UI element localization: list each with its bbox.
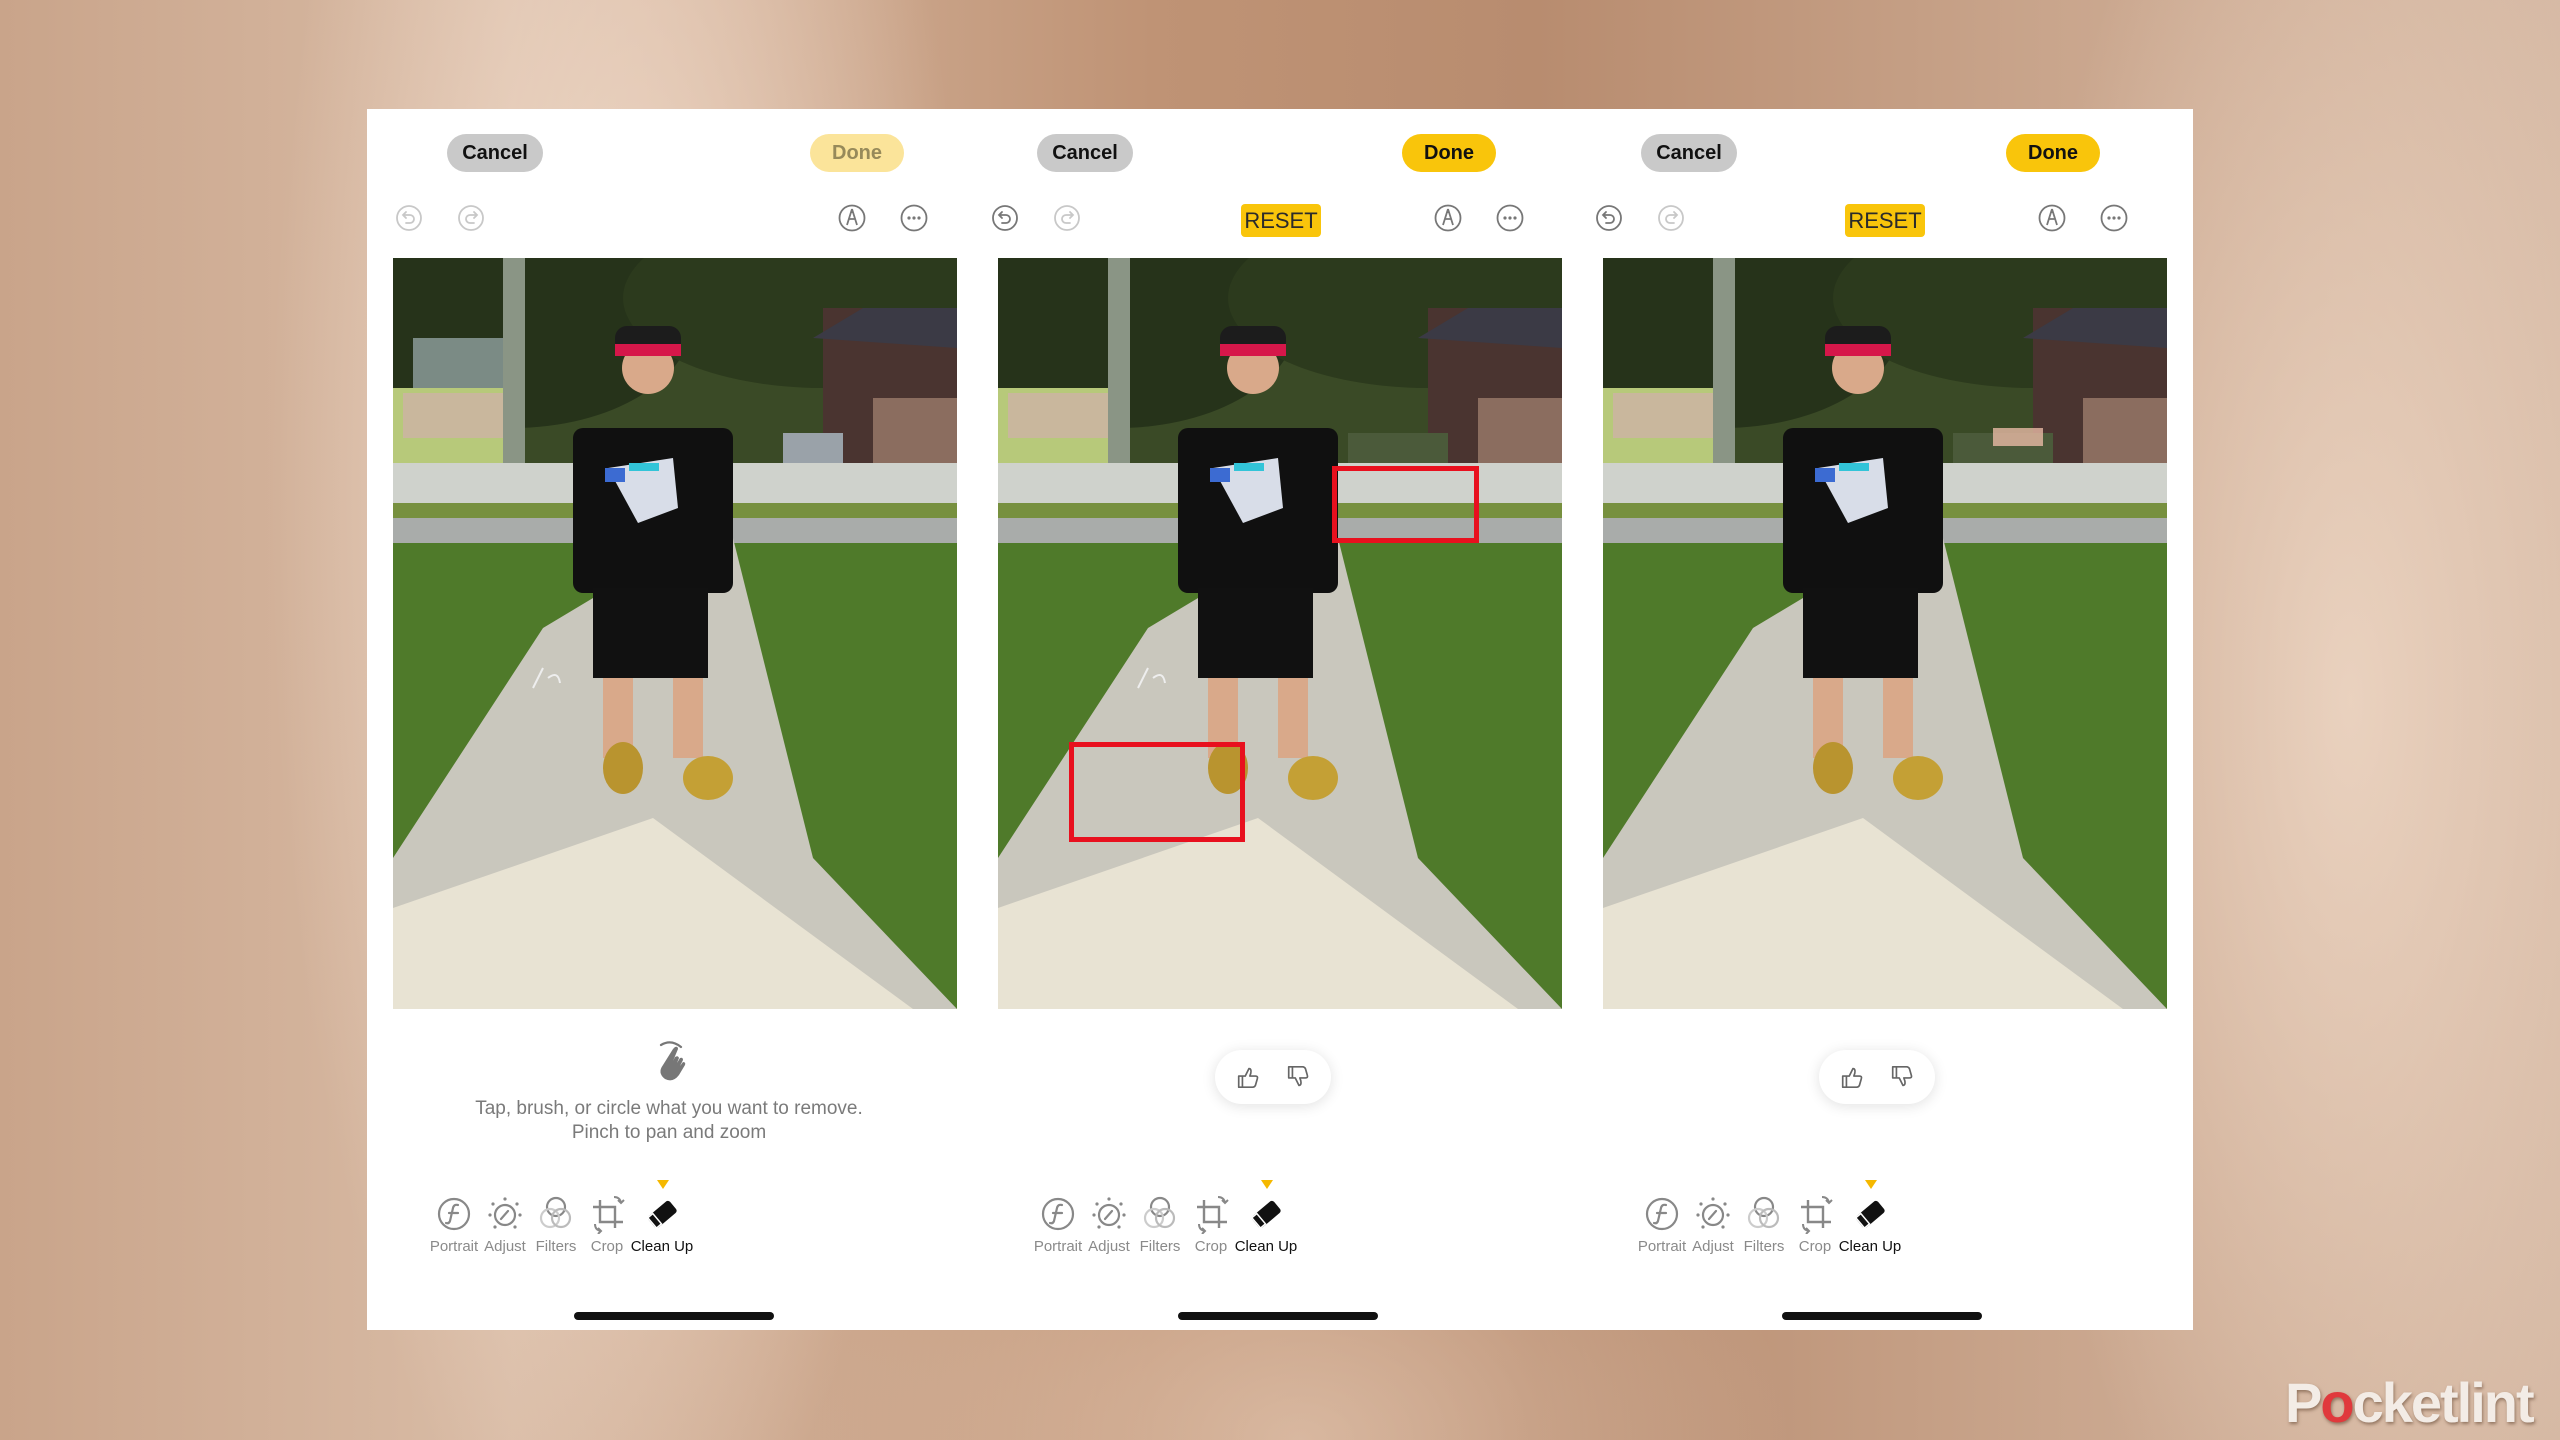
- eraser-icon: [1854, 1200, 1885, 1230]
- thumbs-up-icon[interactable]: [1234, 1063, 1262, 1091]
- redo-icon[interactable]: [1052, 203, 1082, 233]
- reset-button[interactable]: RESET: [1241, 204, 1321, 237]
- tool-clean-up[interactable]: Clean Up: [617, 1180, 707, 1255]
- editing-toolbar: Portrait Adjust Filters Crop Clean Up: [971, 1180, 1575, 1274]
- done-button[interactable]: Done: [2006, 134, 2100, 172]
- active-tool-indicator: [657, 1180, 669, 1189]
- redo-icon[interactable]: [456, 203, 486, 233]
- cleanup-hint: Tap, brush, or circle what you want to r…: [367, 1039, 971, 1145]
- highlight-box-removed-car: [1332, 466, 1479, 543]
- highlight-box-removed-chalk: [1069, 742, 1245, 842]
- photo-image: [393, 258, 957, 1009]
- eraser-icon: [646, 1200, 677, 1230]
- cancel-button[interactable]: Cancel: [447, 134, 543, 172]
- home-indicator[interactable]: [1178, 1312, 1378, 1320]
- editing-toolbar: Portrait Adjust Filters Crop Clean Up: [367, 1180, 971, 1274]
- hand-gesture-icon: [651, 1039, 687, 1083]
- more-options-icon[interactable]: [899, 203, 929, 233]
- more-options-icon[interactable]: [2099, 203, 2129, 233]
- photo-canvas[interactable]: [393, 258, 957, 1009]
- undo-icon[interactable]: [394, 203, 424, 233]
- thumbs-down-icon[interactable]: [1888, 1063, 1916, 1091]
- markup-pen-icon[interactable]: [837, 203, 867, 233]
- home-indicator[interactable]: [574, 1312, 774, 1320]
- cancel-button[interactable]: Cancel: [1037, 134, 1133, 172]
- undo-icon[interactable]: [1594, 203, 1624, 233]
- panel-before: Cancel Done Tap, brush, or circle what y…: [367, 109, 971, 1330]
- feedback-pill: [1819, 1050, 1935, 1104]
- hint-line-2: Pinch to pan and zoom: [571, 1122, 767, 1143]
- photo-canvas[interactable]: [1603, 258, 2167, 1009]
- pocketlint-watermark-logo: Pocketlint: [2285, 1371, 2535, 1434]
- power-icon: o: [2320, 1371, 2354, 1434]
- undo-icon[interactable]: [990, 203, 1020, 233]
- tool-clean-up[interactable]: Clean Up: [1221, 1180, 1311, 1255]
- feedback-pill: [1215, 1050, 1331, 1104]
- photo-image: [998, 258, 1562, 1009]
- done-button[interactable]: Done: [1402, 134, 1496, 172]
- done-button[interactable]: Done: [810, 134, 904, 172]
- eraser-icon: [1250, 1200, 1281, 1230]
- home-indicator[interactable]: [1782, 1312, 1982, 1320]
- panel-annotated: Cancel Done RESET Portrait Adjust Filter…: [971, 109, 1575, 1330]
- markup-pen-icon[interactable]: [1433, 203, 1463, 233]
- active-tool-indicator: [1865, 1180, 1877, 1189]
- thumbs-up-icon[interactable]: [1838, 1063, 1866, 1091]
- thumbs-down-icon[interactable]: [1284, 1063, 1312, 1091]
- hint-line-1: Tap, brush, or circle what you want to r…: [475, 1098, 863, 1119]
- photo-canvas[interactable]: [998, 258, 1562, 1009]
- tool-clean-up[interactable]: Clean Up: [1825, 1180, 1915, 1255]
- cancel-button[interactable]: Cancel: [1641, 134, 1737, 172]
- markup-pen-icon[interactable]: [2037, 203, 2067, 233]
- panel-after: Cancel Done RESET Portrait Adjust Filter…: [1575, 109, 2193, 1330]
- active-tool-indicator: [1261, 1180, 1273, 1189]
- more-options-icon[interactable]: [1495, 203, 1525, 233]
- reset-button[interactable]: RESET: [1845, 204, 1925, 237]
- redo-icon[interactable]: [1656, 203, 1686, 233]
- photo-image: [1603, 258, 2167, 1009]
- editor-comparison-card: Cancel Done Tap, brush, or circle what y…: [367, 109, 2193, 1330]
- editing-toolbar: Portrait Adjust Filters Crop Clean Up: [1575, 1180, 2179, 1274]
